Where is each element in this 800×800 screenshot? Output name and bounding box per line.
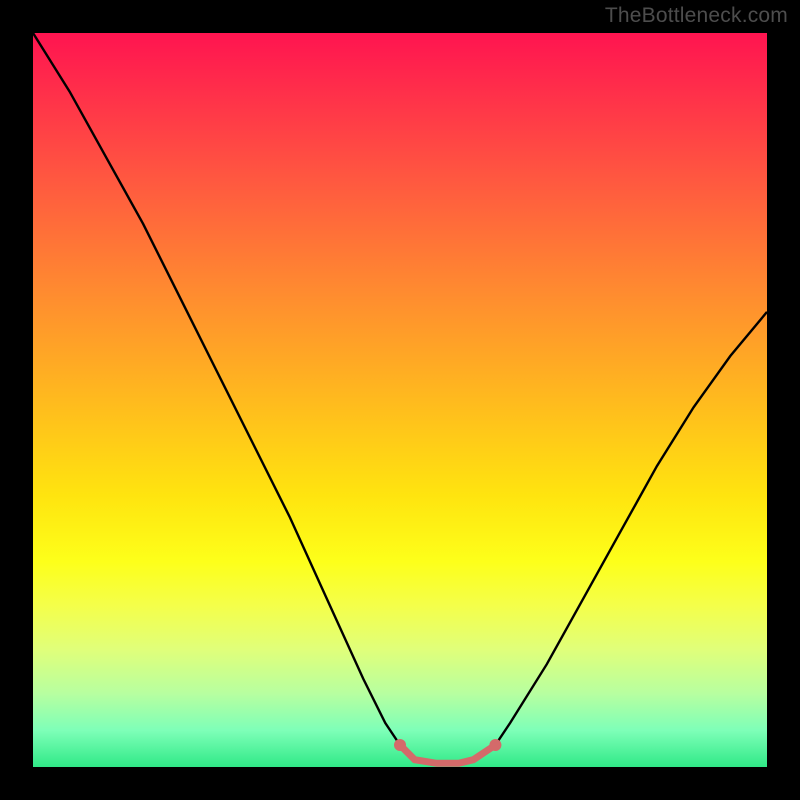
- optimal-zone-marker: [400, 745, 495, 763]
- bottleneck-curve: [33, 33, 767, 763]
- curve-layer: [33, 33, 767, 767]
- optimal-zone-endpoint-right: [489, 739, 501, 751]
- plot-area: [33, 33, 767, 767]
- watermark-text: TheBottleneck.com: [605, 4, 788, 28]
- chart-frame: TheBottleneck.com: [0, 0, 800, 800]
- optimal-zone-endpoint-left: [394, 739, 406, 751]
